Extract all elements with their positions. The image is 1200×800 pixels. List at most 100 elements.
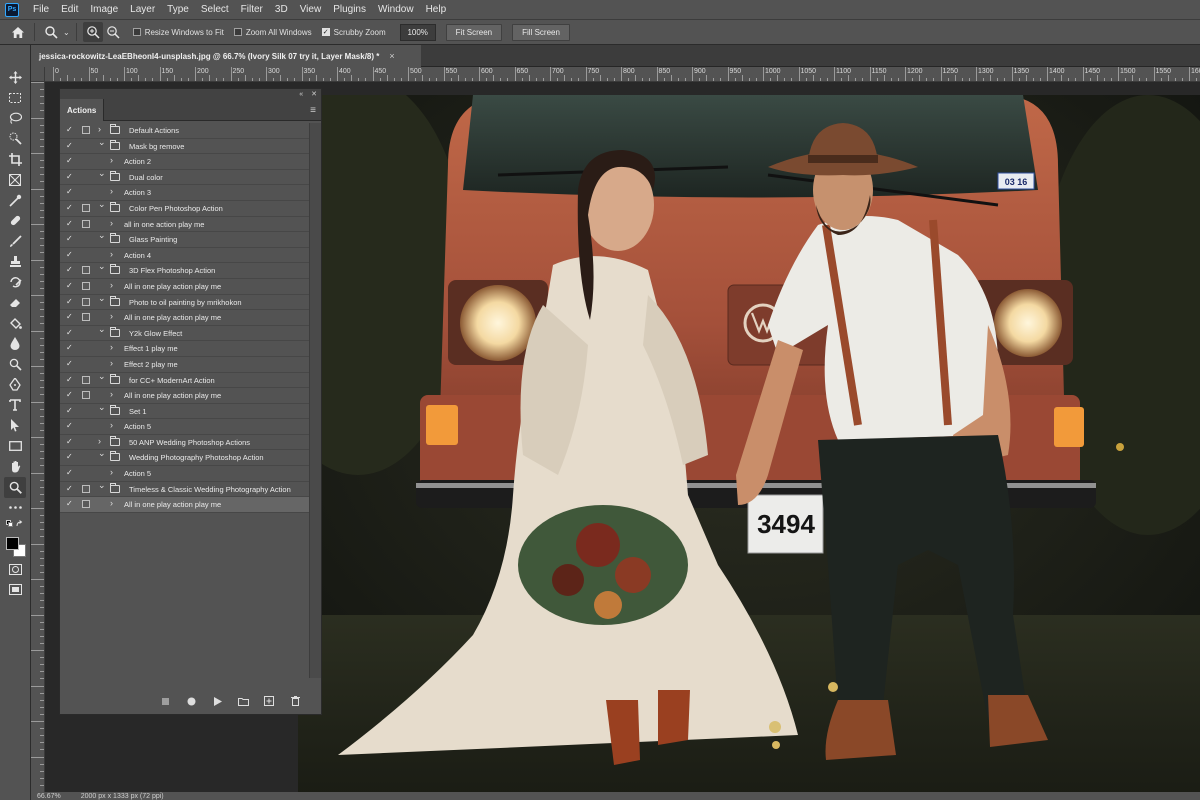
chevron-right-icon[interactable]: › [110,186,113,196]
chevron-right-icon[interactable]: › [110,218,113,228]
menu-image[interactable]: Image [84,0,124,19]
move-tool-icon[interactable] [4,67,26,88]
menu-view[interactable]: View [294,0,328,19]
menu-window[interactable]: Window [372,0,420,19]
toggle-dialog-icon[interactable] [82,375,90,384]
zoom-all-windows-checkbox[interactable]: Zoom All Windows [233,28,312,37]
toggle-dialog-icon[interactable] [82,157,90,165]
toggle-item-check-icon[interactable]: ✓ [66,250,75,259]
action-row[interactable]: ✓ › All in one play action play me [60,497,309,513]
zoom-tool-icon[interactable] [4,477,26,498]
record-icon[interactable] [185,697,197,706]
menu-help[interactable]: Help [420,0,453,19]
toggle-item-check-icon[interactable]: ✓ [66,125,75,134]
frame-tool-icon[interactable] [4,170,26,191]
action-set-row[interactable]: ✓ ⌄ Set 1 [60,402,309,420]
ruler-origin[interactable] [31,67,45,82]
toggle-dialog-icon[interactable] [82,469,90,477]
collapse-panel-icon[interactable]: « [299,91,303,98]
toggle-item-check-icon[interactable]: ✓ [66,359,75,368]
panel-menu-icon[interactable]: ≡ [310,105,316,116]
chevron-right-icon[interactable]: › [98,124,101,134]
dodge-tool-icon[interactable] [4,354,26,375]
chevron-right-icon[interactable]: › [110,342,113,352]
history-brush-tool-icon[interactable] [4,272,26,293]
rectangle-tool-icon[interactable] [4,436,26,457]
chevron-down-icon[interactable]: ⌄ [98,261,106,272]
menu-3d[interactable]: 3D [269,0,294,19]
chevron-down-icon[interactable]: ⌄ [98,324,106,335]
stop-recording-icon[interactable] [159,697,171,705]
pen-tool-icon[interactable] [4,375,26,396]
toggle-item-check-icon[interactable]: ✓ [66,452,75,461]
action-set-row[interactable]: ✓ ⌄ Glass Painting [60,230,309,248]
paint-bucket-tool-icon[interactable] [4,313,26,334]
toggle-dialog-icon[interactable] [82,219,90,228]
action-row[interactable]: ✓ › Effect 1 play me [60,341,309,357]
toggle-item-check-icon[interactable]: ✓ [66,437,75,446]
color-swatches[interactable] [3,533,27,559]
blur-tool-icon[interactable] [4,334,26,355]
menu-edit[interactable]: Edit [55,0,84,19]
delete-trash-icon[interactable] [289,696,301,706]
zoom-value-field[interactable]: 100% [399,23,436,41]
toggle-dialog-icon[interactable] [82,438,90,446]
home-icon[interactable] [8,22,28,42]
toggle-item-check-icon[interactable]: ✓ [66,172,75,181]
brush-tool-icon[interactable] [4,231,26,252]
healing-brush-tool-icon[interactable] [4,211,26,232]
toggle-dialog-icon[interactable] [82,360,90,368]
action-set-row[interactable]: ✓ ⌄ Y2k Glow Effect [60,324,309,342]
chevron-right-icon[interactable]: › [98,436,101,446]
toggle-dialog-icon[interactable] [82,281,90,290]
path-selection-tool-icon[interactable] [4,416,26,437]
toggle-dialog-icon[interactable] [82,251,90,259]
fill-screen-button[interactable]: Fill Screen [512,23,570,41]
toggle-dialog-icon[interactable] [82,484,90,493]
eyedropper-tool-icon[interactable] [4,190,26,211]
chevron-right-icon[interactable]: › [110,467,113,477]
toggle-item-check-icon[interactable]: ✓ [66,499,75,508]
chevron-down-icon[interactable]: ⌄ [98,448,106,459]
foreground-color-swatch[interactable] [6,537,19,550]
chevron-down-icon[interactable]: ⌄ [98,168,106,179]
chevron-right-icon[interactable]: › [110,389,113,399]
hand-tool-icon[interactable] [4,457,26,478]
toggle-item-check-icon[interactable]: ✓ [66,281,75,290]
horizontal-ruler[interactable]: 0 50 100 150 200 250 300 350 400 450 500 550 600 650 7… [45,67,1200,82]
toggle-dialog-icon[interactable] [82,453,90,461]
menu-filter[interactable]: Filter [235,0,269,19]
chevron-down-icon[interactable]: ⌄ [98,230,106,241]
action-set-row[interactable]: ✓ ⌄ Color Pen Photoshop Action [60,199,309,217]
close-panel-icon[interactable]: ✕ [311,90,317,98]
clone-stamp-tool-icon[interactable] [4,252,26,273]
chevron-down-icon[interactable]: ⌄ [98,199,106,210]
scrubby-zoom-checkbox[interactable]: ✓ Scrubby Zoom [321,28,386,37]
menu-select[interactable]: Select [195,0,235,19]
new-action-icon[interactable] [263,696,275,706]
resize-windows-checkbox[interactable]: Resize Windows to Fit [132,28,224,37]
chevron-down-icon[interactable]: ⌄ [98,480,106,491]
action-set-row[interactable]: ✓ ⌄ Photo to oil painting by mrikhokon [60,293,309,311]
toggle-item-check-icon[interactable]: ✓ [66,156,75,165]
action-set-row[interactable]: ✓ ⌄ Wedding Photography Photoshop Action [60,448,309,467]
toggle-dialog-icon[interactable] [82,126,90,134]
action-row[interactable]: ✓ › Action 5 [60,419,309,435]
menu-type[interactable]: Type [161,0,195,19]
toggle-dialog-icon[interactable] [82,329,90,337]
toggle-item-check-icon[interactable]: ✓ [66,265,75,274]
chevron-right-icon[interactable]: › [110,280,113,290]
checkbox-box[interactable] [132,28,141,36]
action-set-row[interactable]: ✓ ⌄ for CC+ ModernArt Action [60,371,309,389]
chevron-down-icon[interactable]: ⌄ [98,371,106,382]
chevron-down-icon[interactable]: ⌄ [63,28,70,37]
toggle-item-check-icon[interactable]: ✓ [66,312,75,321]
toggle-dialog-icon[interactable] [82,297,90,306]
toggle-dialog-icon[interactable] [82,266,90,275]
toggle-dialog-icon[interactable] [82,173,90,181]
vertical-ruler[interactable] [31,82,45,800]
checkbox-box[interactable] [233,28,242,36]
zoom-tool-preset-icon[interactable] [41,22,61,42]
toggle-dialog-icon[interactable] [82,407,90,415]
toggle-dialog-icon[interactable] [82,142,90,150]
